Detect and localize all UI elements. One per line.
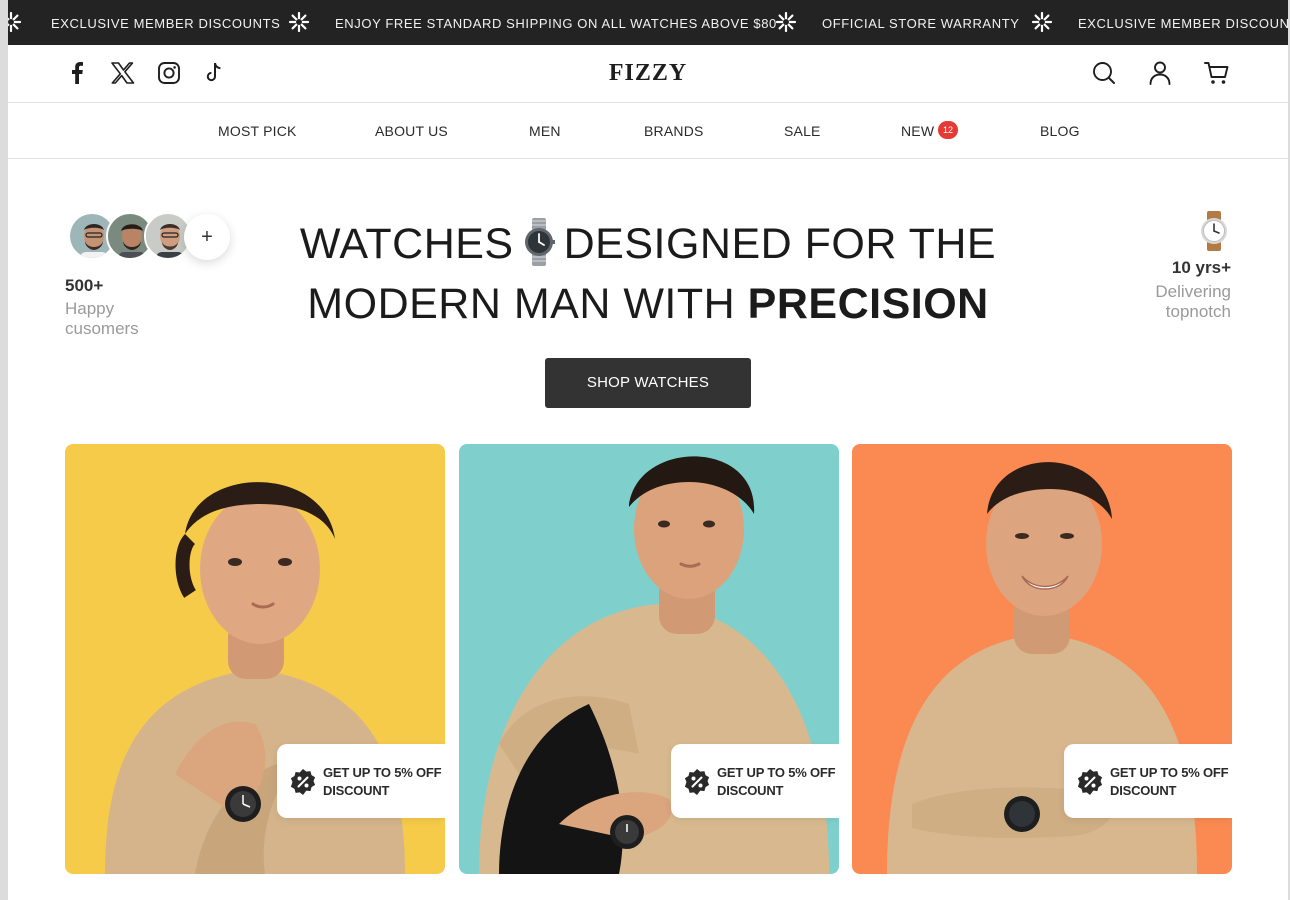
watch-icon	[1201, 211, 1227, 251]
nav-item-about-us[interactable]: ABOUT US	[375, 123, 448, 139]
site-header: FIZZY	[8, 45, 1288, 103]
watch-emoji-icon	[524, 218, 555, 266]
discount-line: GET UP TO 5% OFF	[323, 765, 442, 780]
discount-icon	[290, 769, 316, 795]
nav-item-blog[interactable]: BLOG	[1040, 123, 1080, 139]
discount-text: GET UP TO 5% OFF DISCOUNT	[323, 764, 442, 800]
main-nav: MOST PICK ABOUT US MEN BRANDS SALE NEW 1…	[8, 103, 1288, 159]
discount-badge: GET UP TO 5% OFF DISCOUNT	[1064, 744, 1232, 818]
announcement-item: EXCLUSIVE MEMBER DISCOUNTS	[51, 16, 281, 31]
discount-line: GET UP TO 5% OFF	[717, 765, 836, 780]
nav-item-brands[interactable]: BRANDS	[644, 123, 704, 139]
sparkle-icon	[1031, 11, 1053, 33]
sparkle-icon	[288, 11, 310, 33]
discount-line: DISCOUNT	[323, 783, 390, 798]
sparkle-icon	[775, 11, 797, 33]
page: EXCLUSIVE MEMBER DISCOUNTS ENJOY FREE ST…	[8, 0, 1288, 900]
years-label: Delivering	[1155, 282, 1231, 301]
discount-text: GET UP TO 5% OFF DISCOUNT	[717, 764, 836, 800]
announcement-bar: EXCLUSIVE MEMBER DISCOUNTS ENJOY FREE ST…	[8, 0, 1288, 45]
product-card[interactable]: GET UP TO 5% OFF DISCOUNT	[65, 444, 445, 874]
user-icon[interactable]	[1146, 59, 1174, 87]
discount-icon	[684, 769, 710, 795]
discount-badge: GET UP TO 5% OFF DISCOUNT	[671, 744, 839, 818]
nav-item-men[interactable]: MEN	[529, 123, 561, 139]
product-card[interactable]: GET UP TO 5% OFF DISCOUNT	[459, 444, 839, 874]
shop-watches-button[interactable]: SHOP WATCHES	[545, 358, 751, 408]
discount-badge: GET UP TO 5% OFF DISCOUNT	[277, 744, 445, 818]
new-count-badge: 12	[938, 121, 958, 139]
headline-emphasis: PRECISION	[747, 280, 989, 328]
headline-text: DESIGNED FOR THE	[563, 220, 997, 268]
years-count: 10 yrs+	[1171, 258, 1231, 277]
hero-headline-line-1: WATCHES DESIGNED FOR THE	[8, 218, 1288, 269]
discount-line: GET UP TO 5% OFF	[1110, 765, 1229, 780]
discount-line: DISCOUNT	[717, 783, 784, 798]
nav-item-most-pick[interactable]: MOST PICK	[218, 123, 297, 139]
discount-text: GET UP TO 5% OFF DISCOUNT	[1110, 764, 1229, 800]
discount-line: DISCOUNT	[1110, 783, 1177, 798]
cart-icon[interactable]	[1203, 59, 1231, 87]
hero-headline-line-2: MODERN MAN WITH PRECISION	[8, 280, 1288, 329]
nav-item-sale[interactable]: SALE	[784, 123, 821, 139]
headline-text: MODERN MAN WITH	[307, 280, 736, 328]
headline-text: WATCHES	[299, 220, 514, 268]
nav-item-new[interactable]: NEW	[901, 123, 934, 139]
announcement-item: EXCLUSIVE MEMBER DISCOUNTS	[1078, 16, 1288, 31]
announcement-item: ENJOY FREE STANDARD SHIPPING ON ALL WATC…	[335, 16, 777, 31]
sparkle-icon	[8, 11, 22, 33]
announcement-item: OFFICIAL STORE WARRANTY	[822, 16, 1020, 31]
product-card[interactable]: GET UP TO 5% OFF DISCOUNT	[852, 444, 1232, 874]
discount-icon	[1077, 769, 1103, 795]
search-icon[interactable]	[1090, 59, 1118, 87]
years-label: topnotch	[1165, 302, 1231, 321]
